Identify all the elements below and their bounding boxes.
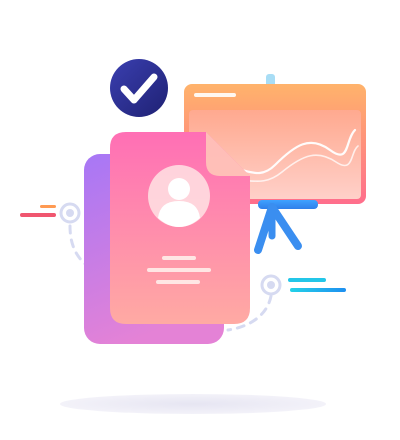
ground-shadow: [60, 394, 326, 414]
card-line-2: [147, 268, 211, 272]
accent-dashes-right: [288, 278, 346, 292]
accent-dashes-left: [20, 205, 56, 217]
illustration-svg: [20, 59, 366, 414]
card-line-1: [162, 256, 196, 260]
illustration-canvas: [0, 0, 400, 440]
user-avatar-icon: [148, 165, 210, 227]
card-line-3: [156, 280, 200, 284]
profile-card: [110, 132, 250, 324]
check-badge-icon: [110, 59, 168, 117]
target-node-icon: [59, 202, 81, 224]
target-node-icon-right: [260, 274, 282, 296]
